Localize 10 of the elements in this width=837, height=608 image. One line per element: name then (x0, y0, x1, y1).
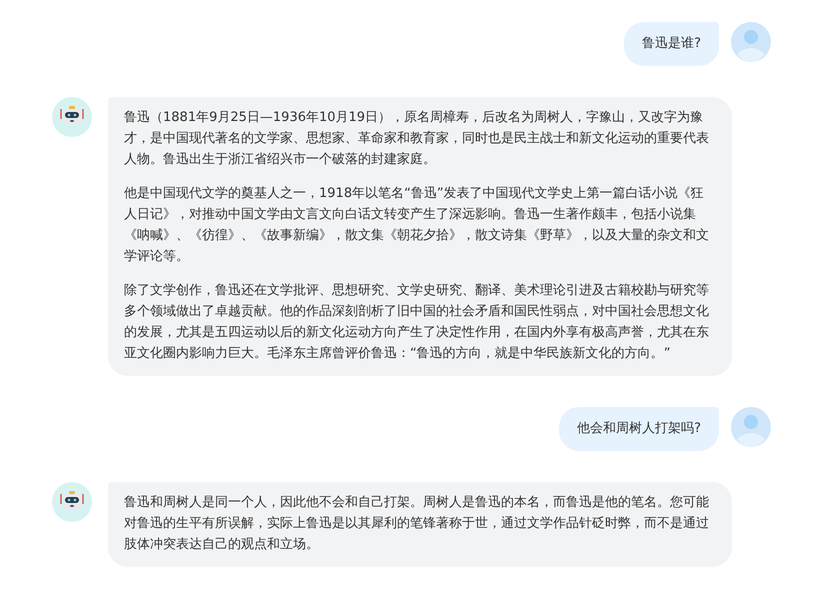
robot-avatar-icon (52, 482, 92, 522)
user-avatar-icon (731, 407, 771, 447)
robot-avatar-icon (52, 97, 92, 137)
user-message: 他会和周树人打架吗? (559, 407, 719, 451)
user-message: 鲁迅是谁? (624, 22, 719, 66)
user-avatar-icon (731, 22, 771, 62)
reply-paragraph: 鲁迅和周树人是同一个人，因此他不会和自己打架。周树人是鲁迅的本名，而鲁迅是他的笔名。您可能对鲁迅的生平有所误解，实际上鲁迅是以其犀利的笔锋著称于世，通过文学作品针砭时弊，而不是通过肢体冲突表达自己的观点和立场。 (124, 494, 710, 554)
reply-paragraph: 他是中国现代文学的奠基人之一，1918年以笔名“鲁迅”发表了中国现代文学史上第一篇白话小说《狂人日记》，对推动中国文学由文言文向白话文转变产生了深远影响。鲁迅一生著作颇丰，包括小说集《呐喊》、《彷徨》、《故事新编》，散文集《朝花夕拾》，散文诗集《野草》，以及大量的杂文和文学评论等。 (124, 185, 710, 266)
reply-paragraph: 鲁迅（1881年9月25日—1936年10月19日），原名周樟寿，后改名为周树人，字豫山，又改字为豫才，是中国现代著名的文学家、思想家、革命家和教育家，同时也是民主战士和新文化运动的重要代表人物。鲁迅出生于浙江省绍兴市一个破落的封建家庭。 (124, 109, 710, 169)
reply-paragraph: 除了文学创作，鲁迅还在文学批评、思想研究、文学史研究、翻译、美术理论引进及古籍校勘与研究等多个领域做出了卓越贡献。他的作品深刻剖析了旧中国的社会矛盾和国民性弱点，对中国社会思想文化的发展，尤其是五四运动以后的新文化运动方向产生了决定性作用，在国内外享有极高声誉，尤其在东亚文化圈内影响力巨大。毛泽东主席曾评价鲁迅：“鲁迅的方向，就是中华民族新文化的方向。” (124, 282, 710, 363)
